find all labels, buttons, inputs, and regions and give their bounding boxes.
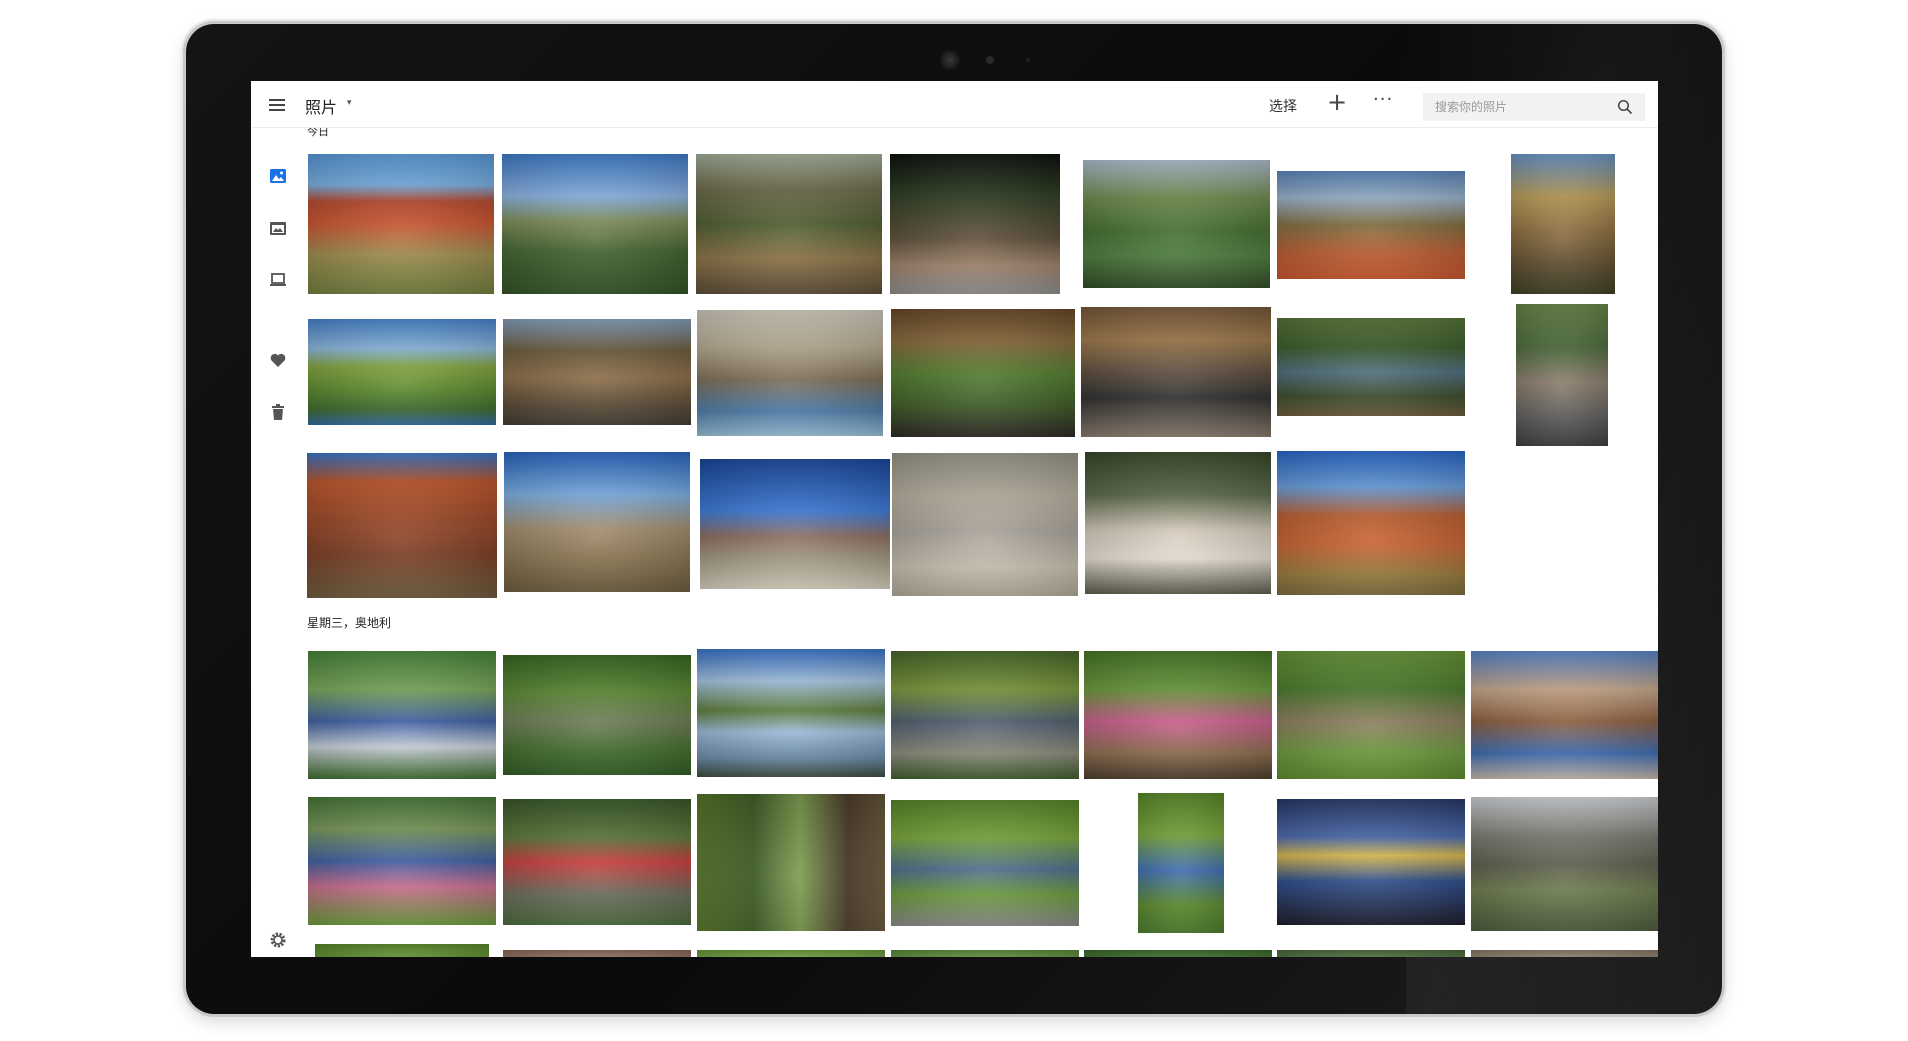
photo-kids-bridge[interactable] — [1084, 651, 1272, 779]
title-dropdown-caret-icon[interactable]: ▾ — [347, 98, 352, 108]
photo-woman-rocks[interactable] — [504, 452, 690, 592]
photo-friends-night[interactable] — [890, 154, 1060, 294]
photo-man-phone[interactable] — [891, 651, 1079, 779]
photo-row3-2[interactable] — [503, 950, 691, 957]
photo-runners-trail[interactable] — [891, 800, 1079, 926]
photo-runners-portrait[interactable] — [1138, 793, 1224, 933]
photo-group-hut[interactable] — [696, 154, 882, 294]
photo-elephant-ride[interactable] — [1516, 304, 1608, 446]
photo-row3-3[interactable] — [697, 950, 885, 957]
light-sensor — [1026, 58, 1030, 62]
photo-couple-selfie-nature[interactable] — [502, 154, 688, 294]
app-header: 照片 ▾ 选择 + ··· — [251, 81, 1658, 128]
favorites-icon[interactable] — [269, 351, 287, 369]
albums-icon[interactable] — [269, 219, 287, 237]
photo-sack-race[interactable] — [1277, 651, 1465, 779]
sidebar — [251, 127, 307, 957]
select-button[interactable]: 选择 — [1269, 96, 1297, 116]
photo-row3-7[interactable] — [1471, 950, 1658, 957]
photo-hikers-climbing[interactable] — [503, 799, 691, 925]
photo-couple-drinks[interactable] — [891, 309, 1075, 437]
camera-sensor — [986, 56, 994, 64]
photo-mountain-stream[interactable] — [308, 319, 496, 425]
photo-gorge-hikers[interactable] — [1277, 318, 1465, 416]
search-box[interactable] — [1423, 93, 1645, 121]
photo-friends-indoor[interactable] — [697, 310, 883, 436]
trash-icon[interactable] — [269, 403, 287, 421]
gear-icon[interactable] — [269, 931, 287, 949]
photo-hiker-forest[interactable] — [503, 655, 691, 775]
hamburger-menu-icon[interactable] — [269, 99, 285, 111]
photo-mountain-lake[interactable] — [697, 649, 885, 777]
photo-girl-sunhat[interactable] — [700, 459, 890, 589]
photo-row3-1[interactable] — [315, 944, 489, 957]
front-camera — [940, 50, 960, 70]
photo-couple-river[interactable] — [1083, 160, 1270, 288]
photo-red-rock-outcrop[interactable] — [1277, 451, 1465, 595]
more-options-button[interactable]: ··· — [1373, 89, 1393, 110]
photo-family-hiking[interactable] — [308, 651, 496, 779]
photo-couple-portrait[interactable] — [1085, 452, 1271, 594]
photo-outback-child[interactable] — [308, 154, 494, 294]
photo-row3-5[interactable] — [1084, 950, 1272, 957]
photo-procession[interactable] — [1277, 799, 1465, 925]
photo-forest-path[interactable] — [697, 794, 885, 931]
photo-hikers-trail[interactable] — [1511, 154, 1615, 294]
app-screen: 照片 ▾ 选择 + ··· 搜索你的照片 今日 星期三，奥地利 — [251, 81, 1658, 957]
photo-mountain-valley[interactable] — [1471, 797, 1658, 931]
app-title[interactable]: 照片 — [305, 94, 337, 118]
section-label-wednesday-austria: 星期三，奥地利 — [307, 616, 392, 630]
photo-wallaby-feeding[interactable] — [892, 453, 1078, 596]
photo-group-laughing[interactable] — [1081, 307, 1271, 437]
photo-row3-6[interactable] — [1277, 950, 1465, 957]
photo-row3-4[interactable] — [891, 950, 1079, 957]
photos-icon[interactable] — [269, 167, 287, 185]
photo-red-canyon[interactable] — [307, 453, 497, 598]
photo-kids-running[interactable] — [308, 797, 496, 925]
photo-hiker-selfie-road[interactable] — [1277, 171, 1465, 279]
photo-kids-selfie[interactable] — [1471, 651, 1658, 779]
add-button[interactable]: + — [1327, 87, 1347, 117]
photo-rocks-tree[interactable] — [503, 319, 691, 425]
search-icon[interactable] — [1617, 99, 1633, 115]
device-icon[interactable] — [269, 271, 287, 289]
search-input[interactable] — [1435, 98, 1605, 116]
